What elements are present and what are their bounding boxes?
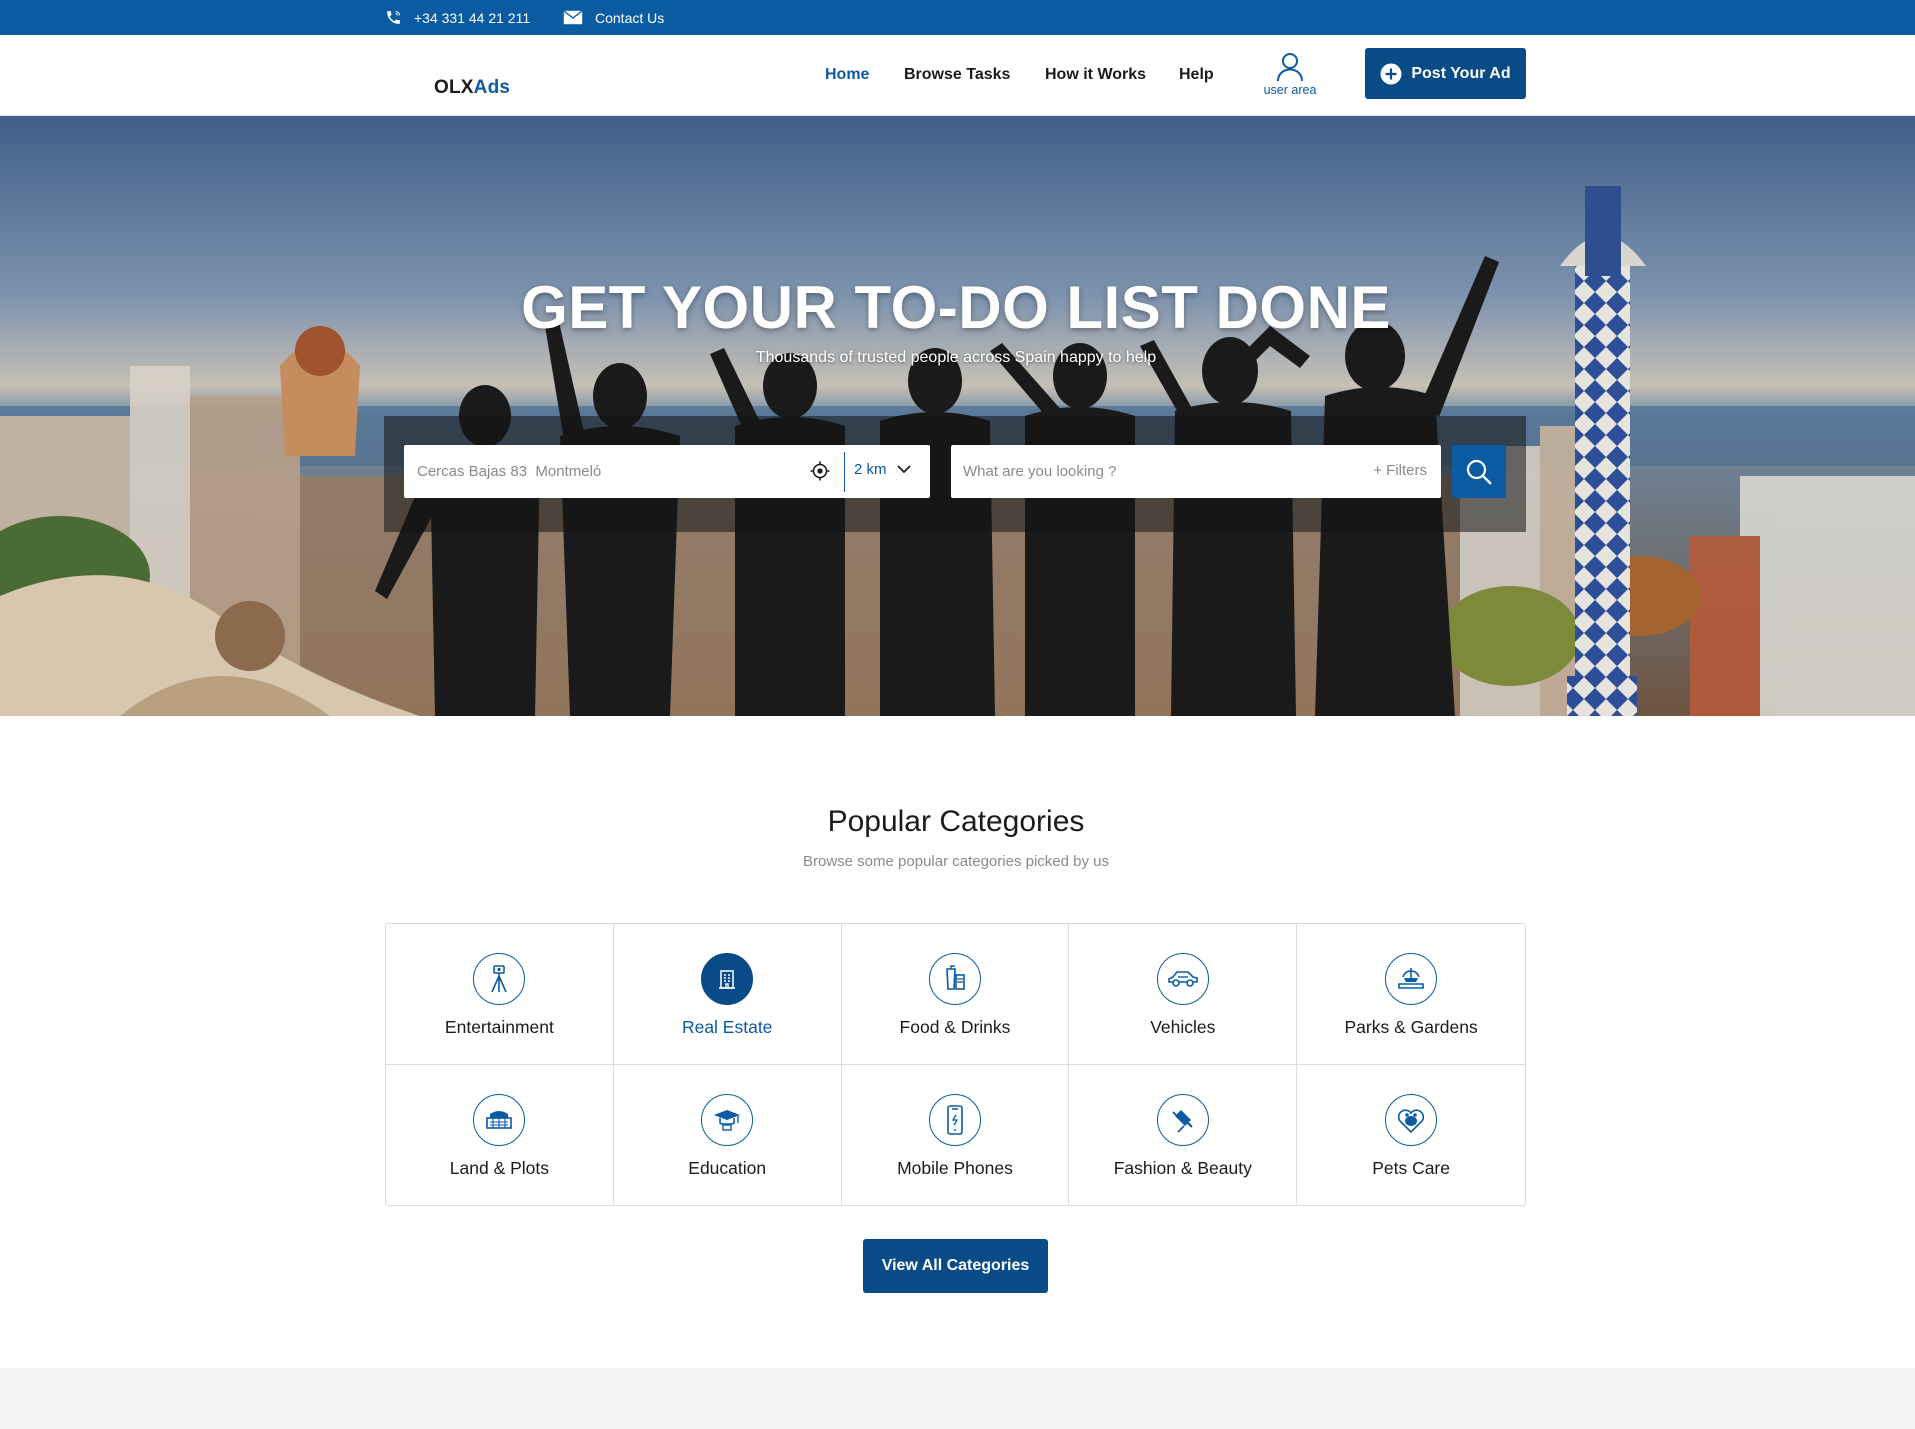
categories-grid: Entertainment Real Estate Food & Drinks … [385,923,1526,1206]
mail-icon [563,10,583,25]
category-mobile-phones[interactable]: Mobile Phones [842,1064,1070,1205]
graduation-cap-icon [701,1093,754,1146]
user-area-label: user area [1263,83,1317,97]
main-header: OLXAds Home Browse Tasks How it Works He… [0,35,1915,116]
location-input[interactable] [404,463,794,480]
post-your-ad-label: Post Your Ad [1411,64,1511,82]
nav-browse-tasks[interactable]: Browse Tasks [904,66,1010,84]
location-field: 2 km [404,445,930,498]
category-label: Mobile Phones [897,1157,1013,1178]
category-vehicles[interactable]: Vehicles [1069,924,1298,1065]
hero-banner: GET YOUR TO-DO LIST DONE Thousands of tr… [0,116,1915,716]
user-area-link[interactable]: user area [1258,52,1322,97]
category-pets-care[interactable]: Pets Care [1297,1065,1525,1206]
hero-title: GET YOUR TO-DO LIST DONE [521,274,1391,341]
category-fashion-beauty[interactable]: Fashion & Beauty [1069,1064,1298,1205]
category-label: Food & Drinks [899,1017,1011,1037]
search-button[interactable] [1452,445,1506,498]
category-education[interactable]: Education [614,1064,842,1205]
nav-home[interactable]: Home [825,66,869,84]
category-entertainment[interactable]: Entertainment [386,924,614,1065]
category-label: Vehicles [1150,1017,1216,1037]
search-query-input[interactable] [951,445,1351,498]
categories-subtitle: Browse some popular categories picked by… [803,853,1109,870]
category-label: Parks & Gardens [1344,1017,1478,1037]
post-your-ad-button[interactable]: Post Your Ad [1365,48,1526,99]
phone-icon [387,10,401,24]
filters-toggle[interactable]: + Filters [1373,462,1427,479]
pet-heart-icon [1385,1093,1438,1146]
tripod-camera-icon [473,953,526,1005]
distance-value: 2 km [854,461,887,478]
phone-contact[interactable]: +34 331 44 21 211 [385,0,530,35]
contact-us-link[interactable]: Contact Us [563,0,664,35]
view-all-categories-button[interactable]: View All Categories [863,1239,1048,1293]
nav-how-it-works[interactable]: How it Works [1045,66,1146,84]
smartphone-icon [928,1093,981,1146]
lipstick-icon [1156,1093,1209,1146]
site-logo[interactable]: OLXAds [434,77,510,99]
phone-number: +34 331 44 21 211 [414,9,531,26]
categories-title: Popular Categories [827,805,1085,838]
top-bar: +34 331 44 21 211 Contact Us [0,0,1915,35]
nav-help[interactable]: Help [1179,66,1214,84]
query-field: + Filters [951,445,1441,498]
plus-circle-icon [1380,63,1402,84]
drinks-icon [928,953,981,1005]
car-icon [1156,953,1209,1005]
logo-text: OLX [434,77,474,98]
category-label: Real Estate [681,1017,773,1037]
hero-subtitle: Thousands of trusted people across Spain… [755,349,1157,366]
search-icon [1466,459,1492,484]
building-icon [701,953,754,1005]
fountain-icon [1385,953,1438,1005]
chevron-down-icon [896,465,911,474]
category-food-drinks[interactable]: Food & Drinks [841,924,1070,1065]
user-icon [1277,53,1303,82]
category-real-estate[interactable]: Real Estate [613,924,842,1065]
category-land-plots[interactable]: Land & Plots [386,1064,614,1205]
category-label: Entertainment [444,1017,554,1037]
category-label: Fashion & Beauty [1113,1157,1252,1178]
logo-accent-text: Ads [473,77,511,98]
locate-me-icon[interactable] [810,461,830,481]
location-divider [844,452,845,492]
contact-us-label: Contact Us [595,9,665,26]
distance-dropdown[interactable]: 2 km [854,461,911,478]
footer-band [0,1368,1915,1429]
category-label: Land & Plots [449,1157,550,1178]
category-label: Education [688,1157,767,1178]
category-label: Pets Care [1372,1157,1450,1178]
land-icon [473,1093,526,1146]
category-parks-gardens[interactable]: Parks & Gardens [1297,924,1525,1065]
